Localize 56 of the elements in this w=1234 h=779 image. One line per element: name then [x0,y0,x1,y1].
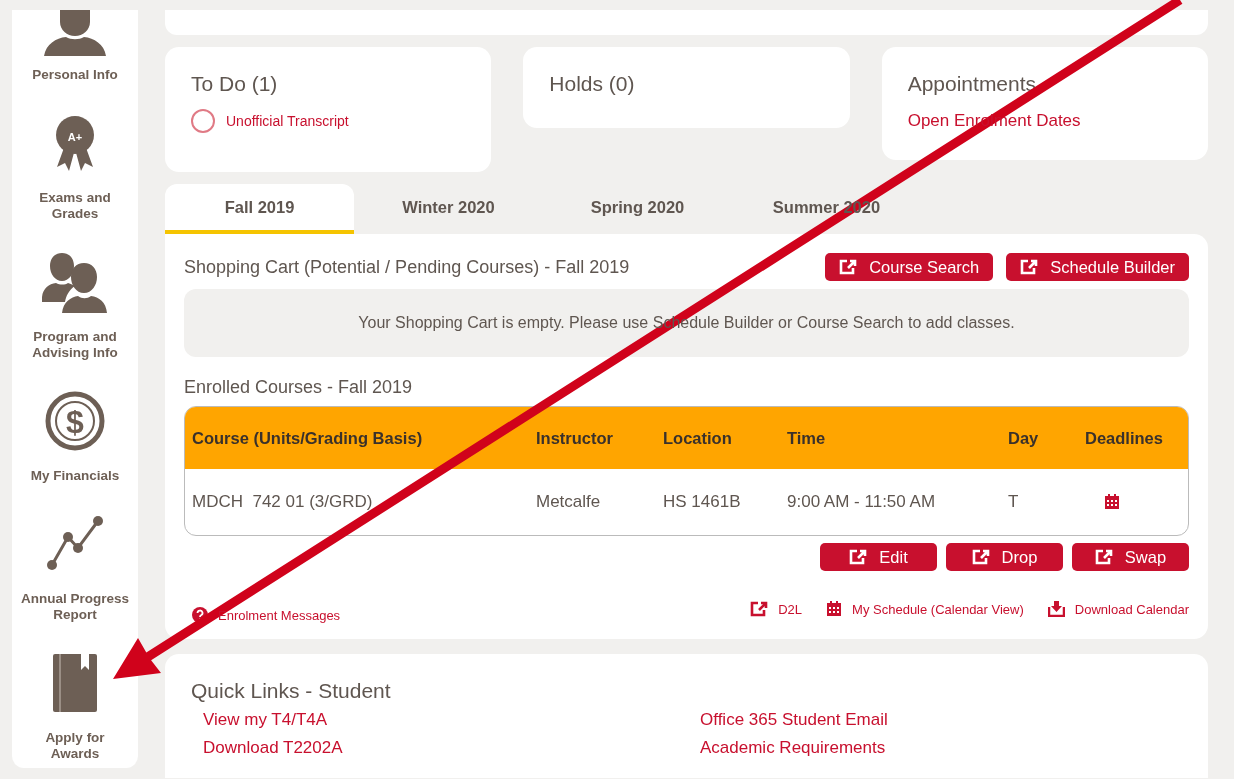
sidebar-item[interactable]: Apply for Awards [20,730,130,762]
footer-link[interactable]: Download Calendar [1074,601,1189,617]
card-title: To Do (1) [191,71,278,97]
column-header: Time [787,428,827,448]
action-button[interactable]: Drop [946,543,1063,571]
table-cell-text: MDCH 742 01 (3/GRD) [192,492,374,512]
quick-link[interactable]: Download T2202A [203,738,343,757]
term-tab[interactable]: Winter 2020 [354,184,543,234]
column-header: Course (Units/Grading Basis) [192,428,424,448]
table-cell-text: T [1008,492,1020,512]
external-link-icon [971,549,990,565]
link-button[interactable]: Course Search [825,253,994,281]
footer-link[interactable]: D2L [778,601,803,617]
card-title: Holds (0) [549,71,635,97]
grade-label: A+ [67,132,83,143]
column-header: Deadlines [1085,428,1164,448]
sidebar-item[interactable]: Exams and Grades [20,190,130,222]
book-icon [53,654,97,712]
download-icon [1047,601,1065,617]
footer-link[interactable]: My Schedule (Calendar View) [852,601,1024,617]
dollar-sign: $ [66,406,84,438]
quick-link[interactable]: Academic Requirements [700,738,886,757]
empty-circle-icon [191,109,215,133]
column-header: Day [1008,428,1040,448]
column-header: Location [663,428,733,448]
coin-icon [44,390,106,452]
column-header: Instructor [536,428,614,448]
card-title: Quick Links - Student [191,679,391,702]
person-icon [44,10,106,56]
sidebar-item[interactable]: Annual Progress Report [20,591,130,623]
sidebar-item[interactable]: Program and Advising Info [20,329,130,361]
external-link-icon [1020,259,1039,275]
award-ribbon-icon [53,115,97,171]
external-link-icon [839,259,858,275]
section-title: Shopping Cart (Potential / Pending Courses) - Fall 2019 [184,256,630,278]
two-people-icon [42,251,108,313]
section-title: Enrolled Courses - Fall 2019 [184,377,414,398]
quick-link[interactable]: Office 365 Student Email [700,710,888,729]
action-button[interactable]: Edit [820,543,937,571]
sidebar-item[interactable]: My Financials [30,468,120,484]
sidebar-item[interactable]: Personal Info [32,67,118,83]
term-tab[interactable]: Spring 2020 [543,184,732,234]
quick-link[interactable]: View my T4/T4A [203,710,328,729]
todo-link[interactable]: Unofficial Transcript [226,113,349,129]
table-cell-text: Metcalfe [536,492,602,512]
link-button[interactable]: Schedule Builder [1006,253,1189,281]
term-tab[interactable]: Fall 2019 [165,184,354,234]
table-cell-text: 9:00 AM - 11:50 AM [787,492,937,512]
action-button[interactable]: Swap [1072,543,1189,571]
card-title: Appointments [907,71,1037,97]
calendar-icon [826,601,843,617]
table-cell-text: HS 1461B [663,492,742,512]
external-link-icon [1094,549,1113,565]
external-link-icon [849,549,868,565]
external-link-icon [750,601,769,617]
calendar-icon [1103,494,1120,510]
